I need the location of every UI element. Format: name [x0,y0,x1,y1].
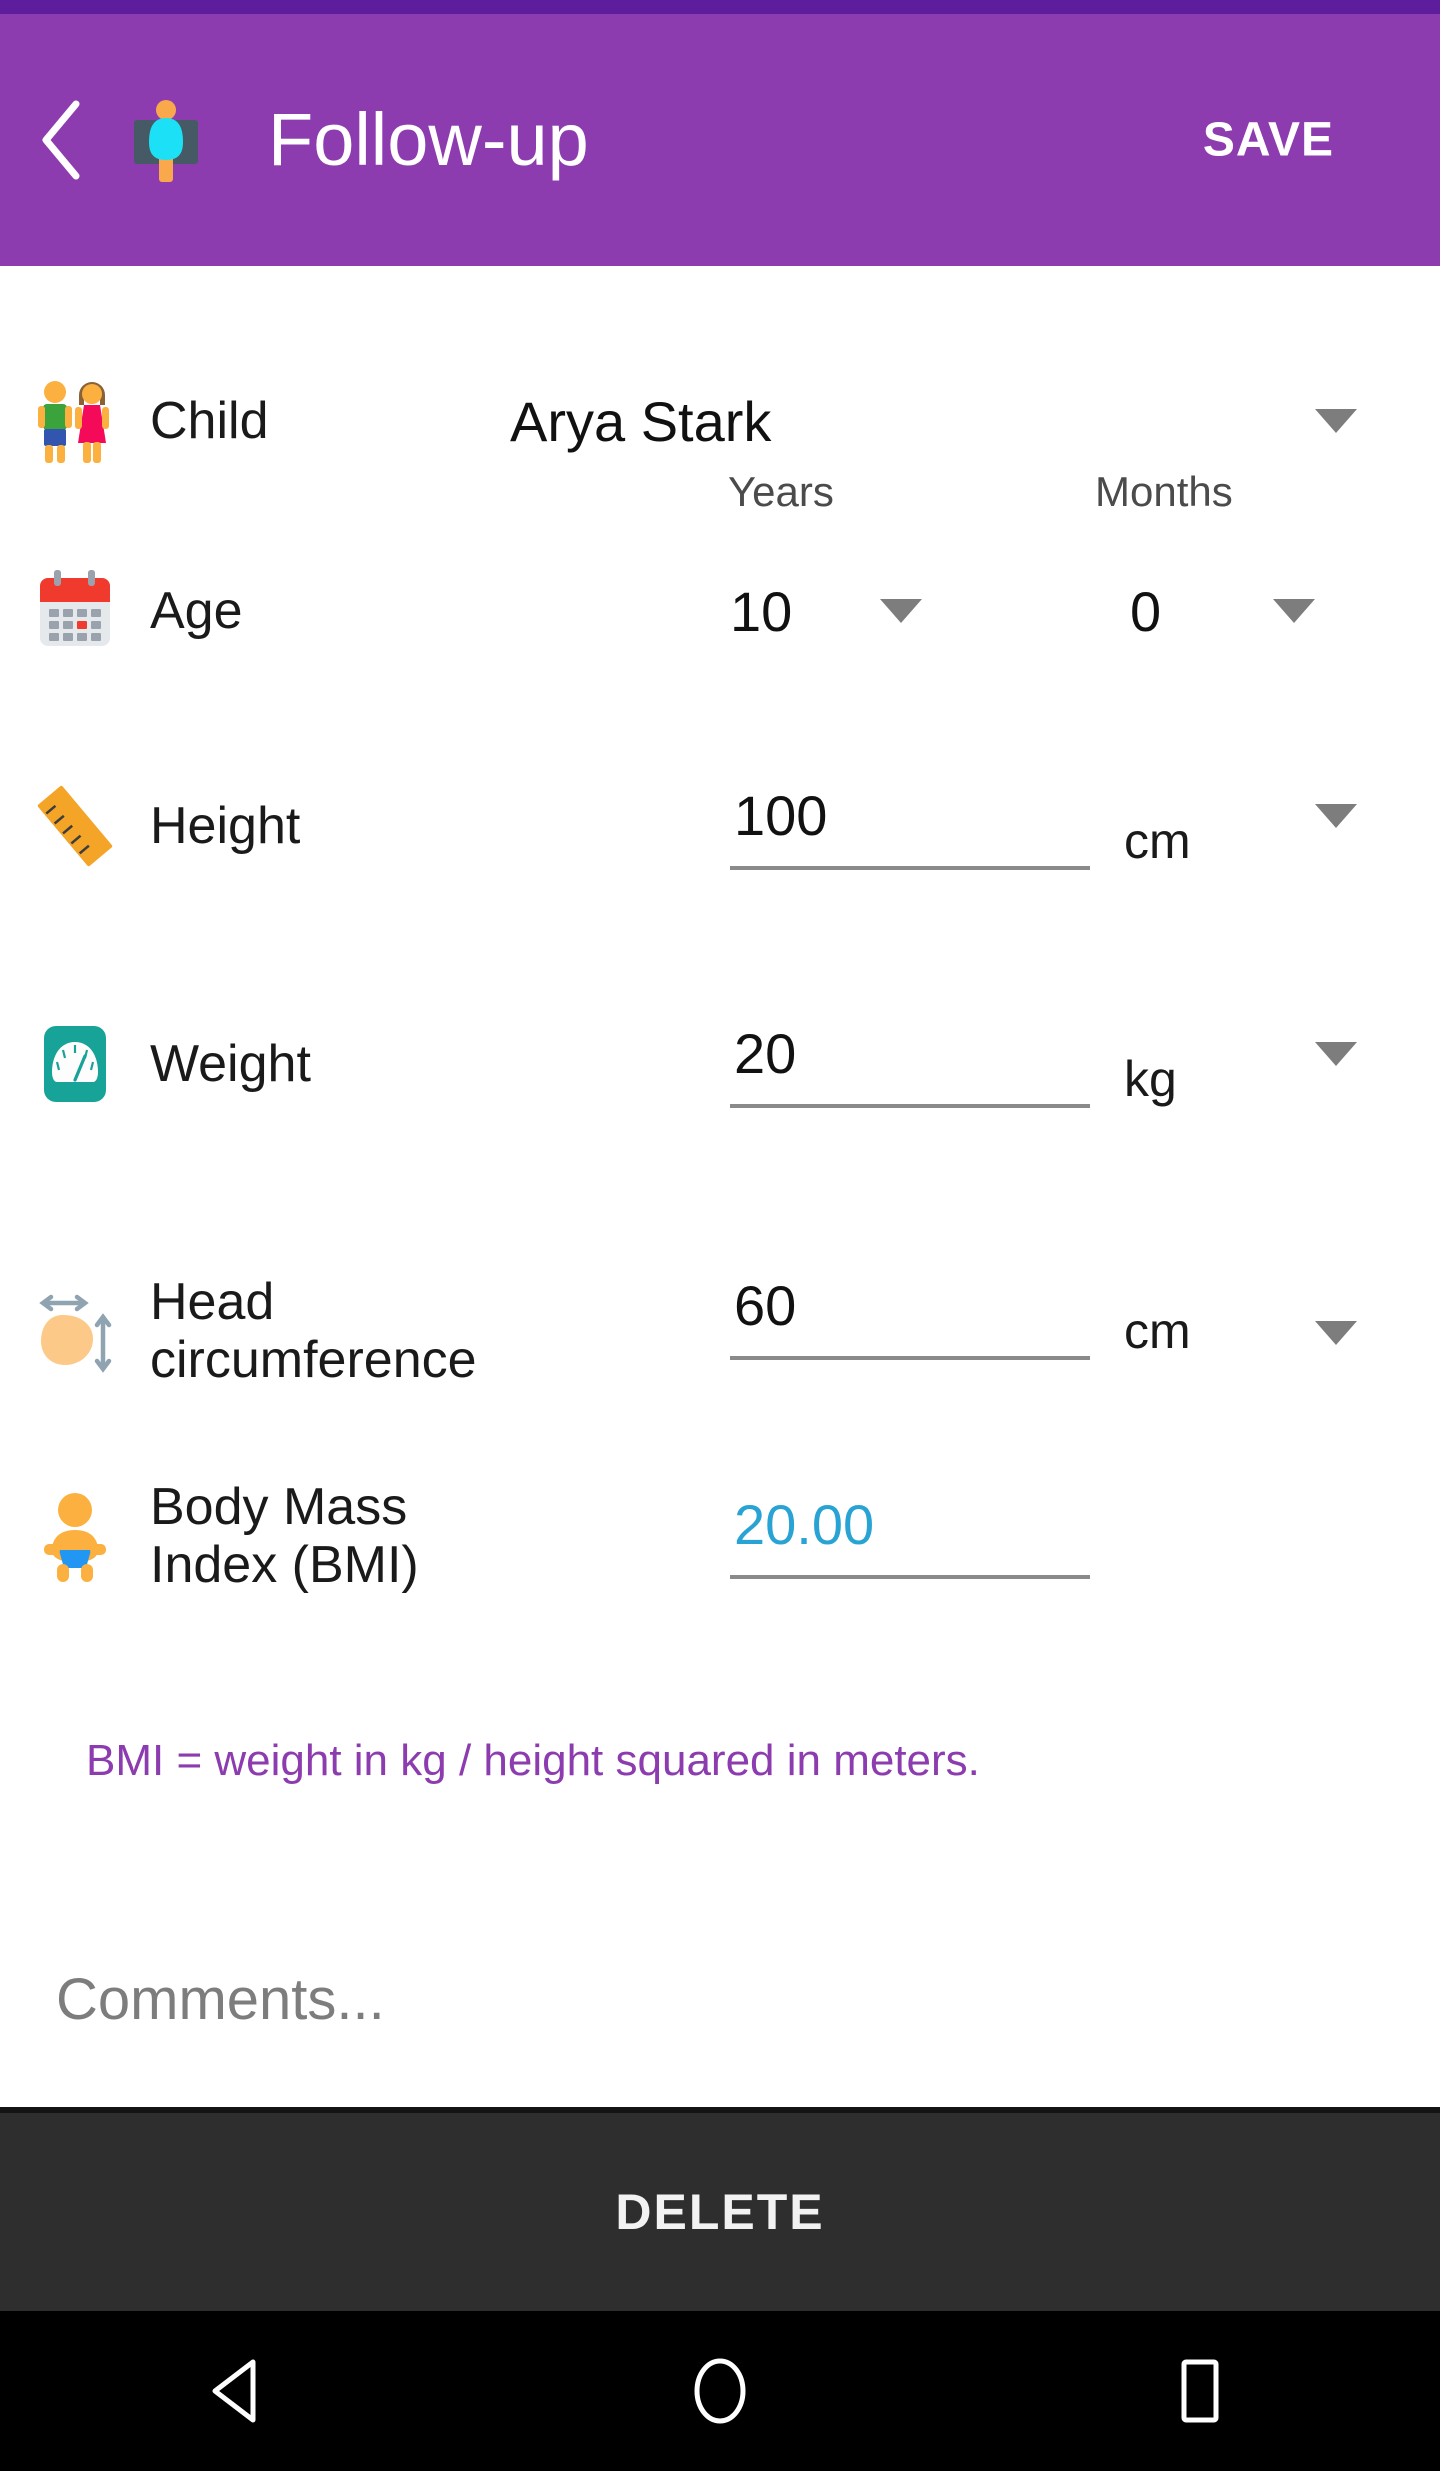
delete-button-label: DELETE [615,2184,825,2240]
ruler-icon [0,780,150,872]
head-measure-icon-cell [0,1281,150,1381]
caret-down-icon [1315,804,1357,828]
calendar-emoji [40,570,110,646]
age-row: Age 10 0 [0,556,1440,666]
height-unit-dropdown[interactable] [1315,804,1357,828]
nav-back-triangle-icon [212,2359,256,2423]
months-column-header: Months [1095,468,1233,515]
head-circumference-value-group: cm [730,1273,1191,1360]
head-circumference-input[interactable] [730,1273,1090,1360]
bmi-value-group [730,1492,1090,1579]
weight-row: Weight kg [0,994,1440,1134]
weight-unit-label: kg [1124,1050,1177,1107]
nav-home-button[interactable] [480,2311,960,2471]
comments-input[interactable] [56,1966,1386,2107]
android-navigation-bar [0,2311,1440,2471]
save-button[interactable]: SAVE [1193,103,1344,178]
age-years-select[interactable]: 10 [730,579,923,644]
calendar-icon [0,568,150,654]
height-row: Height cm [0,756,1440,896]
boy-and-girl-icon [0,375,150,467]
height-input[interactable] [730,782,1090,870]
weight-value-group: kg [730,1020,1177,1108]
baby-icon [0,1488,150,1584]
app-screen: Follow-up SAVE Child Arya Stark Years Mo… [0,0,1440,2471]
head-circumference-unit-dropdown[interactable] [1315,1321,1357,1345]
status-bar [0,0,1440,14]
app-bar: Follow-up SAVE [0,14,1440,266]
caret-down-icon [880,599,923,623]
bmi-label: Body Mass Index (BMI) [150,1477,419,1594]
child-selected-value: Arya Stark [510,389,772,453]
height-unit-label: cm [1124,812,1191,869]
form-body: Child Arya Stark Years Months Age 10 0 H… [0,266,1440,2107]
head-circumference-row: Head circumference cm [0,1251,1440,1411]
ruler-emoji [37,785,113,867]
child-growth-app-icon [134,100,198,182]
delete-button[interactable]: DELETE [0,2107,1440,2311]
child-row: Child Arya Stark [0,366,1440,476]
app-logo [118,92,214,188]
child-dropdown-arrow[interactable] [1315,409,1357,433]
weight-label: Weight [150,1034,311,1093]
head-measure-icon [39,1294,112,1373]
head-circumference-unit-label: cm [1124,1303,1191,1359]
height-label: Height [150,796,301,855]
nav-back-button[interactable] [0,2311,480,2471]
bmi-value-field [730,1492,1090,1579]
child-label: Child [150,391,269,450]
nav-recents-square-icon [1181,2359,1219,2423]
caret-down-icon [1315,409,1357,433]
head-circumference-label: Head circumference [150,1272,477,1389]
bmi-formula-hint: BMI = weight in kg / height squared in m… [86,1736,980,1785]
caret-down-icon [1315,1321,1357,1345]
chevron-left-icon [42,100,80,180]
page-title: Follow-up [268,98,589,181]
nav-home-circle-icon [694,2358,746,2424]
caret-down-icon [1315,1042,1357,1066]
boy-and-girl-emoji [38,381,109,463]
baby-emoji [44,1493,106,1582]
age-label: Age [150,581,243,640]
child-select[interactable]: Arya Stark [510,389,1110,454]
back-button[interactable] [34,95,90,185]
nav-recents-button[interactable] [960,2311,1440,2471]
caret-down-icon [1273,599,1316,623]
weight-scale-icon [0,1018,150,1110]
height-value-group: cm [730,782,1191,870]
years-column-header: Years [728,468,834,515]
age-months-value: 0 [1130,579,1162,643]
weight-scale-emoji [44,1026,106,1102]
weight-input[interactable] [730,1020,1090,1108]
age-years-value: 10 [730,579,793,643]
age-months-select[interactable]: 0 [1130,579,1316,644]
weight-unit-dropdown[interactable] [1315,1042,1357,1066]
bmi-row: Body Mass Index (BMI) [0,1456,1440,1616]
